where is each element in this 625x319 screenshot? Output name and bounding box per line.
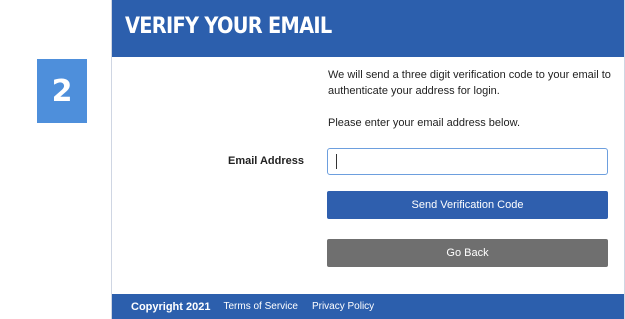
card-footer: Copyright 2021 Terms of Service Privacy … [112, 294, 624, 319]
privacy-policy-link[interactable]: Privacy Policy [312, 301, 374, 312]
intro-text: We will send a three digit verification … [328, 69, 611, 97]
email-field-label: Email Address [227, 155, 304, 167]
card-header: VERIFY YOUR EMAIL [112, 0, 624, 57]
verify-email-card: VERIFY YOUR EMAIL We will send a three d… [111, 0, 625, 319]
email-field[interactable] [327, 148, 608, 175]
step-number-badge: 2 [37, 59, 87, 123]
text-cursor [336, 154, 337, 169]
copyright-text: Copyright 2021 [131, 300, 211, 313]
email-prompt-text: Please enter your email address below. [328, 117, 520, 129]
terms-of-service-link[interactable]: Terms of Service [223, 301, 297, 312]
send-verification-code-button[interactable]: Send Verification Code [327, 191, 608, 219]
page-title: VERIFY YOUR EMAIL [125, 14, 332, 39]
go-back-button[interactable]: Go Back [327, 239, 608, 267]
